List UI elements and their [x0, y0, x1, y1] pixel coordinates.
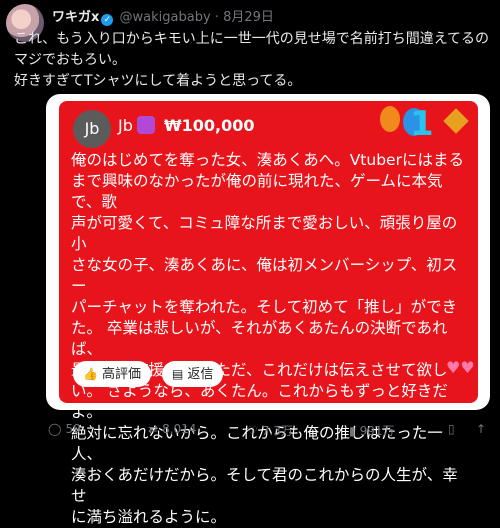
share-icon: ↑	[476, 422, 487, 436]
heart-icon: ♡	[247, 424, 258, 438]
superchat-like-button: 👍 高評価	[73, 361, 151, 387]
repost-action[interactable]: ⇄ 8,014	[148, 422, 196, 436]
views-action[interactable]: ▮ 991万	[349, 422, 395, 439]
repost-icon: ⇄	[148, 422, 159, 436]
bookmark-icon: ▯	[448, 422, 455, 436]
reply-count: 59	[65, 422, 81, 436]
message-line: い。 さようなら、あくたん。これからもずっと好きだよ。	[71, 382, 448, 421]
author-display-name[interactable]: ワキガx	[52, 10, 99, 25]
post-header: ワキガx ✓ @wakigababy · 8月29日	[52, 10, 274, 26]
message-line: 湊おくあだけだから。そして君のこれからの人生が、幸せ	[71, 466, 458, 505]
author-handle[interactable]: @wakigababy	[120, 10, 211, 25]
bookmark-button[interactable]: ▯	[448, 422, 459, 436]
verified-badge-icon: ✓	[101, 14, 114, 26]
message-line: さな女の子、湊あくあに、俺は初メンバーシップ、初スー	[71, 256, 458, 295]
post-text-line: これ、もう入り口からキモい上に一世一代の見せ場で名前打ち間違えてるの	[14, 31, 490, 47]
superchat-avatar: Jb	[73, 110, 111, 148]
reply-icon: ▤	[172, 367, 184, 381]
message-line: 俺のはじめてを奪った女、湊あくあへ。Vtuberにはまる	[71, 151, 464, 169]
like-action[interactable]: ♡ 7.3万	[247, 422, 293, 439]
post-text: これ、もう入り口からキモい上に一世一代の見せ場で名前打ち間違えてるの マジでおもろ…	[14, 29, 494, 92]
number-one-icon: 1	[410, 104, 434, 144]
view-count: 991万	[359, 424, 395, 438]
superchat-reply-button: ▤ 返信	[162, 361, 224, 387]
message-line: 声が可愛くて、コミュ障な所まで愛おしい、頑張り屋の小	[71, 214, 458, 253]
repost-count: 8,014	[162, 422, 197, 436]
post-text-line: 好きすぎてTシャツにして着ようと思ってる。	[14, 73, 302, 89]
balloon-icon	[380, 106, 400, 132]
hearts-icon: ♥♥	[446, 358, 475, 377]
post-text-line: マジでおもろい。	[14, 52, 126, 68]
reply-label: 返信	[187, 367, 214, 382]
superchat-message: 俺のはじめてを奪った女、湊あくあへ。Vtuberにはまるまで興味のなかったが俺の…	[71, 150, 471, 528]
like-label: 高評価	[101, 367, 141, 382]
message-line: た。 卒業は悲しいが、それがあくあたんの決断であれば、	[71, 319, 448, 358]
superchat-header: Jb ₩100,000	[118, 116, 255, 135]
bar-chart-icon: ▮	[349, 424, 356, 438]
share-button[interactable]: ↑	[476, 422, 490, 436]
superchat-username: Jb	[118, 116, 133, 135]
action-bar: ◯ 59 ⇄ 8,014 ♡ 7.3万 ▮ 991万 ▯ ↑	[46, 419, 496, 441]
superchat-amount: ₩100,000	[163, 116, 255, 135]
message-line: に満ち溢れるように。	[71, 508, 227, 526]
like-count: 7.3万	[261, 424, 293, 438]
message-line: パーチャットを奪われた。そして初めて「推し」ができ	[71, 298, 458, 316]
member-badge-icon	[136, 116, 155, 134]
post-date[interactable]: 8月29日	[223, 10, 274, 25]
comment-icon: ◯	[48, 422, 62, 436]
message-line: まで興味のなかったが俺の前に現れた、ゲームに本気で、歌	[71, 172, 443, 211]
thumbs-up-icon: 👍	[83, 367, 98, 381]
reply-action[interactable]: ◯ 59	[48, 422, 81, 436]
